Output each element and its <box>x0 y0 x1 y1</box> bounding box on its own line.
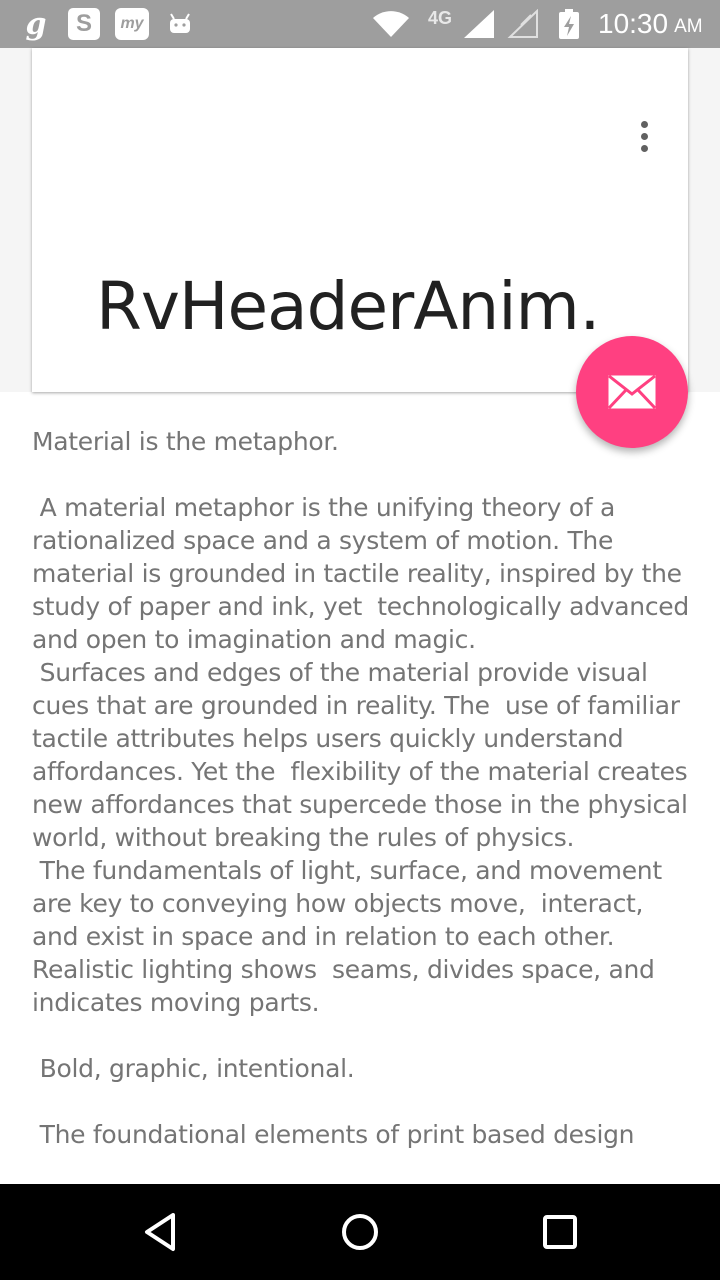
signal-empty-icon <box>506 8 540 40</box>
android-icon <box>168 8 192 40</box>
g-icon: g <box>25 6 47 42</box>
mail-icon <box>607 374 657 410</box>
dot <box>640 144 648 152</box>
s-app-icon: S <box>68 8 100 40</box>
clock-am-pm: AM <box>674 16 703 37</box>
dot <box>640 120 648 128</box>
app-screen: g S my 4G 10:30 AM RvHeaderAnim… Materia… <box>0 0 720 1280</box>
dot <box>640 132 648 140</box>
back-icon[interactable] <box>130 1204 190 1260</box>
my-app-icon: my <box>115 8 149 40</box>
mail-fab-button[interactable] <box>576 336 688 448</box>
battery-charging-icon <box>558 8 580 40</box>
signal-icon <box>462 8 496 40</box>
clock-time: 10:30 <box>598 8 669 39</box>
body-text: Material is the metaphor. A material met… <box>32 427 689 1149</box>
more-vert-icon[interactable] <box>620 110 668 162</box>
page-title: RvHeaderAnim… <box>96 268 596 345</box>
navigation-bar <box>0 1184 720 1280</box>
wifi-icon <box>372 8 410 40</box>
status-bar: g S my 4G 10:30 AM <box>0 0 720 48</box>
network-type-label: 4G <box>427 8 452 28</box>
home-icon[interactable] <box>330 1204 390 1260</box>
clock: 10:30 AM <box>598 6 710 42</box>
recents-icon[interactable] <box>530 1204 590 1260</box>
